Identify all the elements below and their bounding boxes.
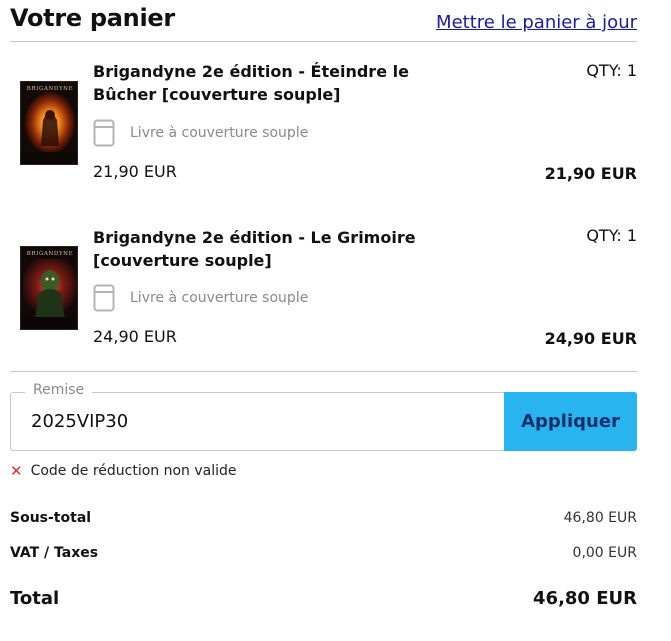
item-unit-price: 24,90 EUR [93,327,177,346]
item-quantity: QTY: 1 [586,61,637,80]
item-quantity: QTY: 1 [586,226,637,245]
subtotal-value: 46,80 EUR [563,510,637,526]
discount-field[interactable]: Remise [10,382,504,451]
format-label: Livre à couverture souple [130,125,309,141]
apply-discount-button[interactable]: Appliquer [504,392,637,451]
total-value: 46,80 EUR [533,588,637,609]
tax-label: VAT / Taxes [10,545,99,561]
item-title[interactable]: Brigandyne 2e édition - Éteindre le Bûch… [93,60,473,106]
tax-value: 0,00 EUR [572,545,637,561]
product-cover-image: BRIGANDYNE [20,246,78,330]
item-line-total: 24,90 EUR [544,329,637,348]
page-title: Votre panier [10,4,175,32]
item-format: Livre à couverture souple [93,284,308,312]
discount-error: ✕ Code de réduction non valide [10,463,237,479]
product-cover-image: BRIGANDYNE [20,81,78,165]
discount-legend: Remise [25,382,93,398]
total-label: Total [10,588,60,609]
item-title[interactable]: Brigandyne 2e édition - Le Grimoire [cou… [93,226,473,272]
book-icon [93,119,115,147]
error-message: Code de réduction non valide [30,463,237,479]
item-line-total: 21,90 EUR [544,164,637,183]
item-unit-price: 21,90 EUR [93,162,177,181]
cart-header: Votre panier Mettre le panier à jour [10,0,637,42]
update-cart-link[interactable]: Mettre le panier à jour [436,12,637,33]
discount-code-input[interactable] [31,411,481,432]
cover-title-text: BRIGANDYNE [27,86,73,92]
close-icon: ✕ [10,461,23,480]
section-divider [10,371,637,372]
book-icon [93,284,115,312]
format-label: Livre à couverture souple [130,290,309,306]
subtotal-label: Sous-total [10,510,92,526]
item-format: Livre à couverture souple [93,119,308,147]
cover-title-text: BRIGANDYNE [27,251,73,257]
